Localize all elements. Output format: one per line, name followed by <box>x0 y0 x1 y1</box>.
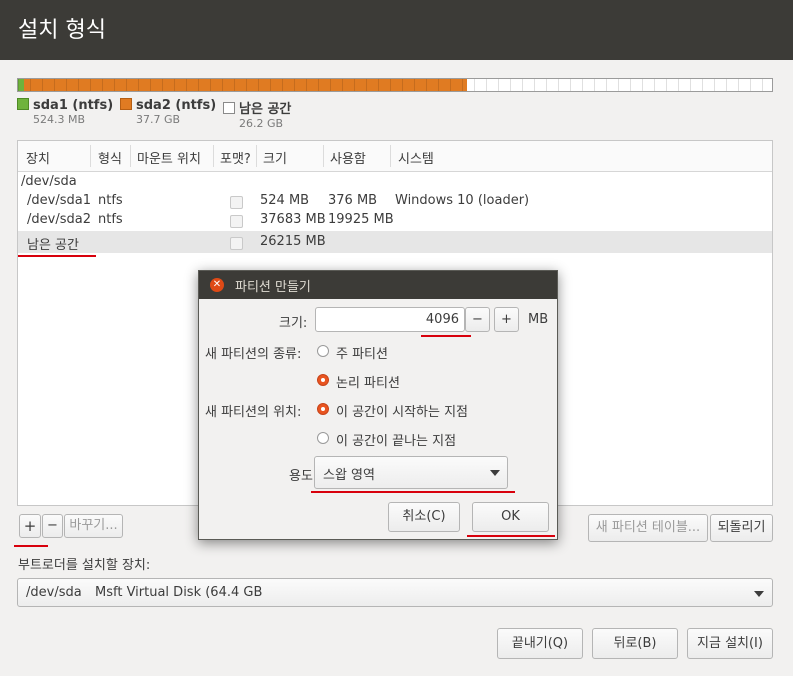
column-header-device[interactable]: 장치 <box>26 148 50 167</box>
highlight-underline-add <box>14 545 48 547</box>
location-end-radio[interactable] <box>317 432 329 444</box>
legend-name: sda1 (ntfs) <box>33 98 114 113</box>
row-size: 524 MB <box>260 193 310 208</box>
legend-size: 524.3 MB <box>33 113 86 126</box>
table-row[interactable]: /dev/sda2 ntfs 37683 MB 19925 MB <box>18 211 772 230</box>
column-header-type[interactable]: 형식 <box>98 148 122 167</box>
quit-button[interactable]: 끝내기(Q) <box>497 628 583 659</box>
location-label: 새 파티션의 위치: <box>205 405 302 420</box>
highlight-underline-ok <box>467 535 555 537</box>
column-header-used[interactable]: 사용함 <box>330 148 366 167</box>
ok-button[interactable]: OK <box>472 502 549 532</box>
legend-swatch-sda1 <box>17 98 29 110</box>
bootloader-device-desc: Msft Virtual Disk (64.4 GB <box>95 585 263 600</box>
legend-size: 26.2 GB <box>239 117 284 130</box>
dialog-titlebar: ✕ 파티션 만들기 <box>199 271 557 299</box>
highlight-underline-size <box>421 335 471 337</box>
highlight-underline-use-as <box>311 491 515 493</box>
legend-swatch-free <box>223 102 235 114</box>
type-primary-label[interactable]: 주 파티션 <box>336 343 388 362</box>
column-header-size[interactable]: 크기 <box>263 148 287 167</box>
highlight-underline-free-space <box>18 255 96 257</box>
row-system: Windows 10 (loader) <box>395 193 530 208</box>
column-header-mount[interactable]: 마운트 위치 <box>137 148 201 167</box>
size-increase-button[interactable]: + <box>494 307 519 332</box>
row-size: 26215 MB <box>260 234 326 249</box>
legend-item-sda2: sda2 (ntfs) 37.7 GB <box>120 98 216 126</box>
chevron-down-icon <box>754 591 764 597</box>
row-size: 37683 MB <box>260 212 326 227</box>
legend-size: 37.7 GB <box>136 113 181 126</box>
type-label: 새 파티션의 종류: <box>205 347 302 362</box>
location-begin-label[interactable]: 이 공간이 시작하는 지점 <box>336 401 468 420</box>
table-row[interactable]: /dev/sda1 ntfs 524 MB 376 MB Windows 10 … <box>18 192 772 211</box>
size-decrease-button[interactable]: − <box>465 307 490 332</box>
size-input[interactable]: 4096 <box>315 307 465 332</box>
format-checkbox[interactable] <box>230 237 243 250</box>
type-logical-radio[interactable] <box>317 374 329 386</box>
window-titlebar: 설치 형식 <box>0 0 793 60</box>
legend-swatch-sda2 <box>120 98 132 110</box>
type-primary-radio[interactable] <box>317 345 329 357</box>
window-title: 설치 형식 <box>18 18 106 43</box>
row-type: ntfs <box>98 212 123 227</box>
row-used: 19925 MB <box>328 212 394 227</box>
bootloader-device: /dev/sda <box>26 585 82 600</box>
use-as-value: 스왑 영역 <box>323 468 375 483</box>
format-checkbox[interactable] <box>230 196 243 209</box>
dialog-title: 파티션 만들기 <box>235 280 311 295</box>
row-device: 남은 공간 <box>27 238 79 253</box>
type-logical-label[interactable]: 논리 파티션 <box>336 372 400 391</box>
location-end-label[interactable]: 이 공간이 끝나는 지점 <box>336 430 456 449</box>
add-partition-button[interactable]: + <box>19 514 41 538</box>
legend-item-free: 남은 공간 26.2 GB <box>223 98 291 130</box>
use-as-select[interactable]: 스왑 영역 <box>314 456 508 489</box>
row-used: 376 MB <box>328 193 378 208</box>
row-device: /dev/sda1 <box>27 193 91 208</box>
partition-bar-grid <box>18 79 772 91</box>
back-button[interactable]: 뒤로(B) <box>592 628 678 659</box>
chevron-down-icon <box>490 470 500 476</box>
legend-item-sda1: sda1 (ntfs) 524.3 MB <box>17 98 113 126</box>
new-partition-table-button[interactable]: 새 파티션 테이블... <box>588 514 708 542</box>
column-header-system[interactable]: 시스템 <box>398 148 434 167</box>
row-device: /dev/sda <box>21 174 77 189</box>
change-partition-button[interactable]: 바꾸기... <box>64 514 123 538</box>
create-partition-dialog: ✕ 파티션 만들기 크기: 4096 − + MB 새 파티션의 종류: 주 파… <box>198 270 558 540</box>
partition-bar <box>17 78 773 92</box>
size-label: 크기: <box>279 316 308 331</box>
bootloader-device-select[interactable]: /dev/sda Msft Virtual Disk (64.4 GB <box>17 578 773 607</box>
table-row[interactable]: /dev/sda <box>18 173 772 192</box>
column-header-format[interactable]: 포맷? <box>220 148 251 167</box>
row-type: ntfs <box>98 193 123 208</box>
legend-name: sda2 (ntfs) <box>136 98 217 113</box>
table-header: 장치 형식 마운트 위치 포맷? 크기 사용함 시스템 <box>18 141 772 172</box>
size-value: 4096 <box>425 312 459 327</box>
remove-partition-button[interactable]: − <box>42 514 63 538</box>
size-unit: MB <box>528 312 549 327</box>
revert-button[interactable]: 되돌리기 <box>710 514 773 542</box>
row-device: /dev/sda2 <box>27 212 91 227</box>
legend-name: 남은 공간 <box>239 102 292 117</box>
location-begin-radio[interactable] <box>317 403 329 415</box>
close-icon[interactable]: ✕ <box>210 278 224 292</box>
cancel-button[interactable]: 취소(C) <box>388 502 460 532</box>
table-row-selected[interactable]: 남은 공간 26215 MB <box>18 231 772 253</box>
install-now-button[interactable]: 지금 설치(I) <box>687 628 773 659</box>
bootloader-label: 부트로더를 설치할 장치: <box>18 558 151 573</box>
format-checkbox[interactable] <box>230 215 243 228</box>
